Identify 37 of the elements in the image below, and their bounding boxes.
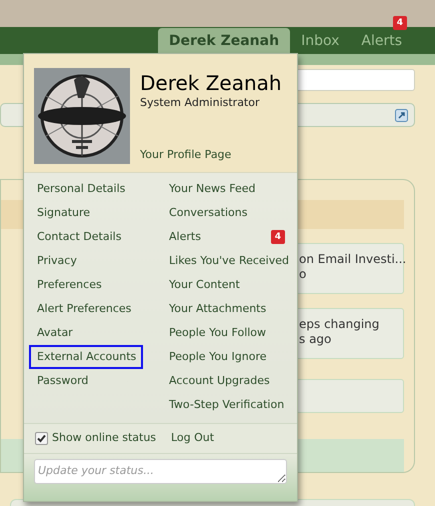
menu-link[interactable]: People You Follow (169, 324, 266, 342)
thread-title: on Email Investi... (299, 252, 403, 268)
search-field[interactable] (295, 69, 415, 91)
menu-link[interactable]: Likes You've Received (169, 252, 289, 270)
nav-tab[interactable]: Inbox (290, 28, 350, 54)
menu-link[interactable]: Signature (29, 201, 158, 225)
menu-link[interactable]: Account Upgrades (169, 372, 270, 390)
menu-link[interactable]: External Accounts (29, 345, 143, 369)
thread-meta: o (299, 267, 308, 282)
online-status-checkbox[interactable] (35, 432, 48, 445)
checkbox-label: Show online status (52, 430, 156, 446)
menu-link[interactable]: Contact Details (29, 225, 158, 249)
user-role: System Administrator (140, 96, 261, 110)
thread-meta: s ago (299, 332, 332, 348)
menu-link[interactable]: Alert Preferences (29, 297, 158, 321)
status-field[interactable]: Update your status... (34, 459, 287, 484)
nav-tab[interactable]: Alerts (350, 28, 413, 54)
menu-link[interactable]: Password (29, 369, 158, 393)
menu-link[interactable]: People You Ignore (169, 348, 267, 366)
menu-link[interactable]: Avatar (29, 321, 158, 345)
menu-link[interactable]: Your Attachments (169, 300, 266, 318)
check-icon (37, 434, 46, 443)
count-badge: 4 (270, 230, 285, 244)
thread-title: eps changing (299, 317, 380, 332)
menu-link[interactable]: Two-Step Verification (169, 396, 284, 414)
menu-link[interactable]: Your News Feed (169, 180, 256, 198)
menu-link[interactable]: Conversations (169, 204, 248, 222)
menu-link[interactable]: Personal Details (29, 177, 158, 201)
menu-link[interactable]: Your Content (169, 276, 240, 294)
nav-tab[interactable]: Derek Zeanah (158, 28, 290, 54)
menu-link[interactable]: Alerts (169, 228, 201, 246)
popout-icon[interactable] (395, 108, 408, 122)
logout-link[interactable]: Log Out (164, 430, 214, 447)
menu-link[interactable]: Privacy (29, 249, 158, 273)
profile-link[interactable]: Your Profile Page (140, 147, 282, 164)
menu-link[interactable]: Preferences (29, 273, 158, 297)
user-name: Derek Zeanah (140, 70, 282, 96)
